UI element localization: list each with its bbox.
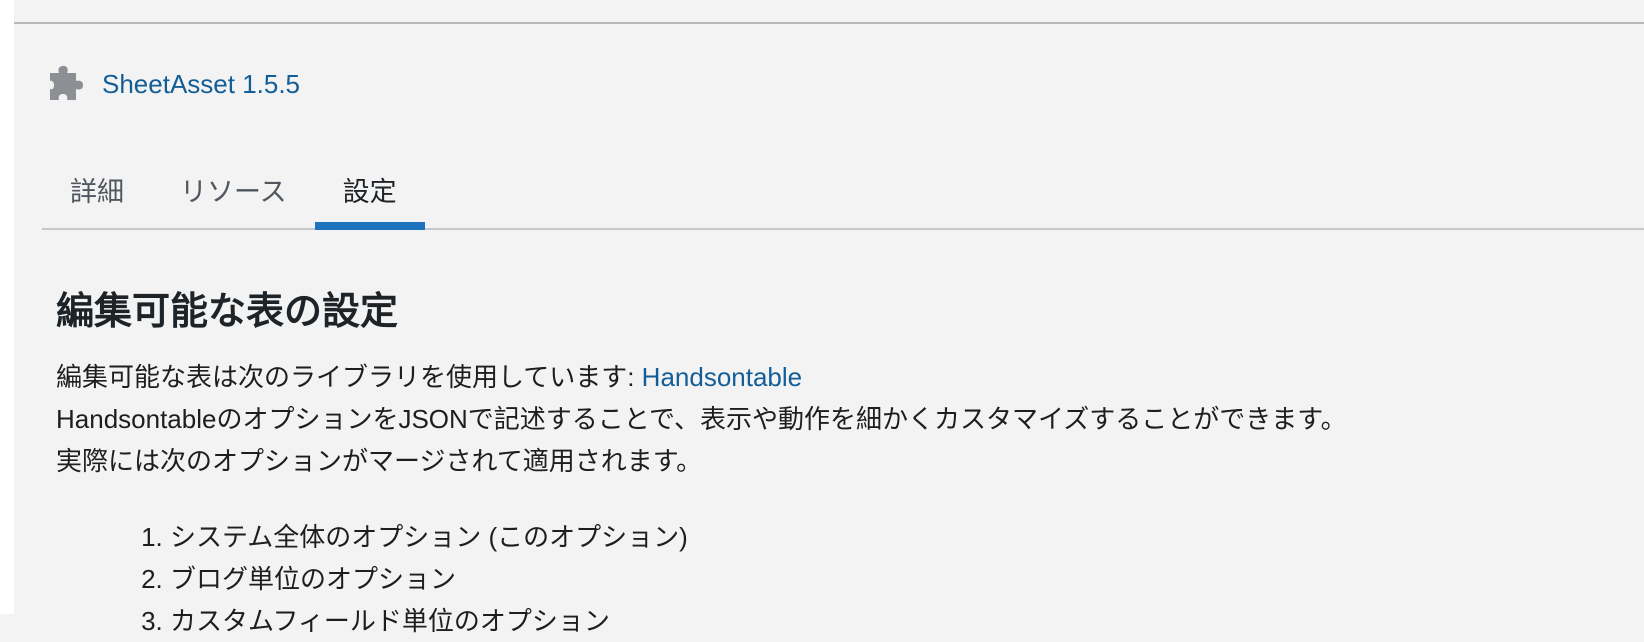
puzzle-piece-icon [46, 64, 84, 104]
section-title: 編集可能な表の設定 [56, 291, 399, 333]
settings-content: 編集可能な表の設定 編集可能な表は次のライブラリを使用しています: Handso… [56, 286, 1616, 642]
tab-resources[interactable]: リソース [152, 150, 315, 228]
plugin-header: SheetAsset 1.5.5 [46, 64, 300, 104]
list-item: システム全体のオプション (このオプション) [170, 516, 1616, 558]
tab-bar: 詳細 リソース 設定 [42, 150, 1644, 230]
intro-line: 編集可能な表は次のライブラリを使用しています: Handsontable [56, 356, 1616, 398]
list-item: カスタムフィールド単位のオプション [170, 600, 1616, 642]
merge-note-line: 実際には次のオプションがマージされて適用されます。 [56, 446, 703, 476]
tab-details[interactable]: 詳細 [42, 150, 152, 228]
section-description: 編集可能な表は次のライブラリを使用しています: Handsontable Han… [56, 356, 1616, 482]
customize-line: HandsontableのオプションをJSONで記述することで、表示や動作を細か… [56, 404, 1347, 434]
list-item: ブログ単位のオプション [170, 558, 1616, 600]
handsontable-link[interactable]: Handsontable [642, 362, 802, 392]
plugin-name-link[interactable]: SheetAsset 1.5.5 [102, 69, 300, 100]
left-edge-strip [0, 0, 14, 614]
tab-settings[interactable]: 設定 [314, 150, 425, 230]
intro-text: 編集可能な表は次のライブラリを使用しています: [56, 362, 642, 392]
top-divider [14, 22, 1644, 24]
merge-order-list: システム全体のオプション (このオプション) ブログ単位のオプション カスタムフ… [56, 516, 1616, 642]
